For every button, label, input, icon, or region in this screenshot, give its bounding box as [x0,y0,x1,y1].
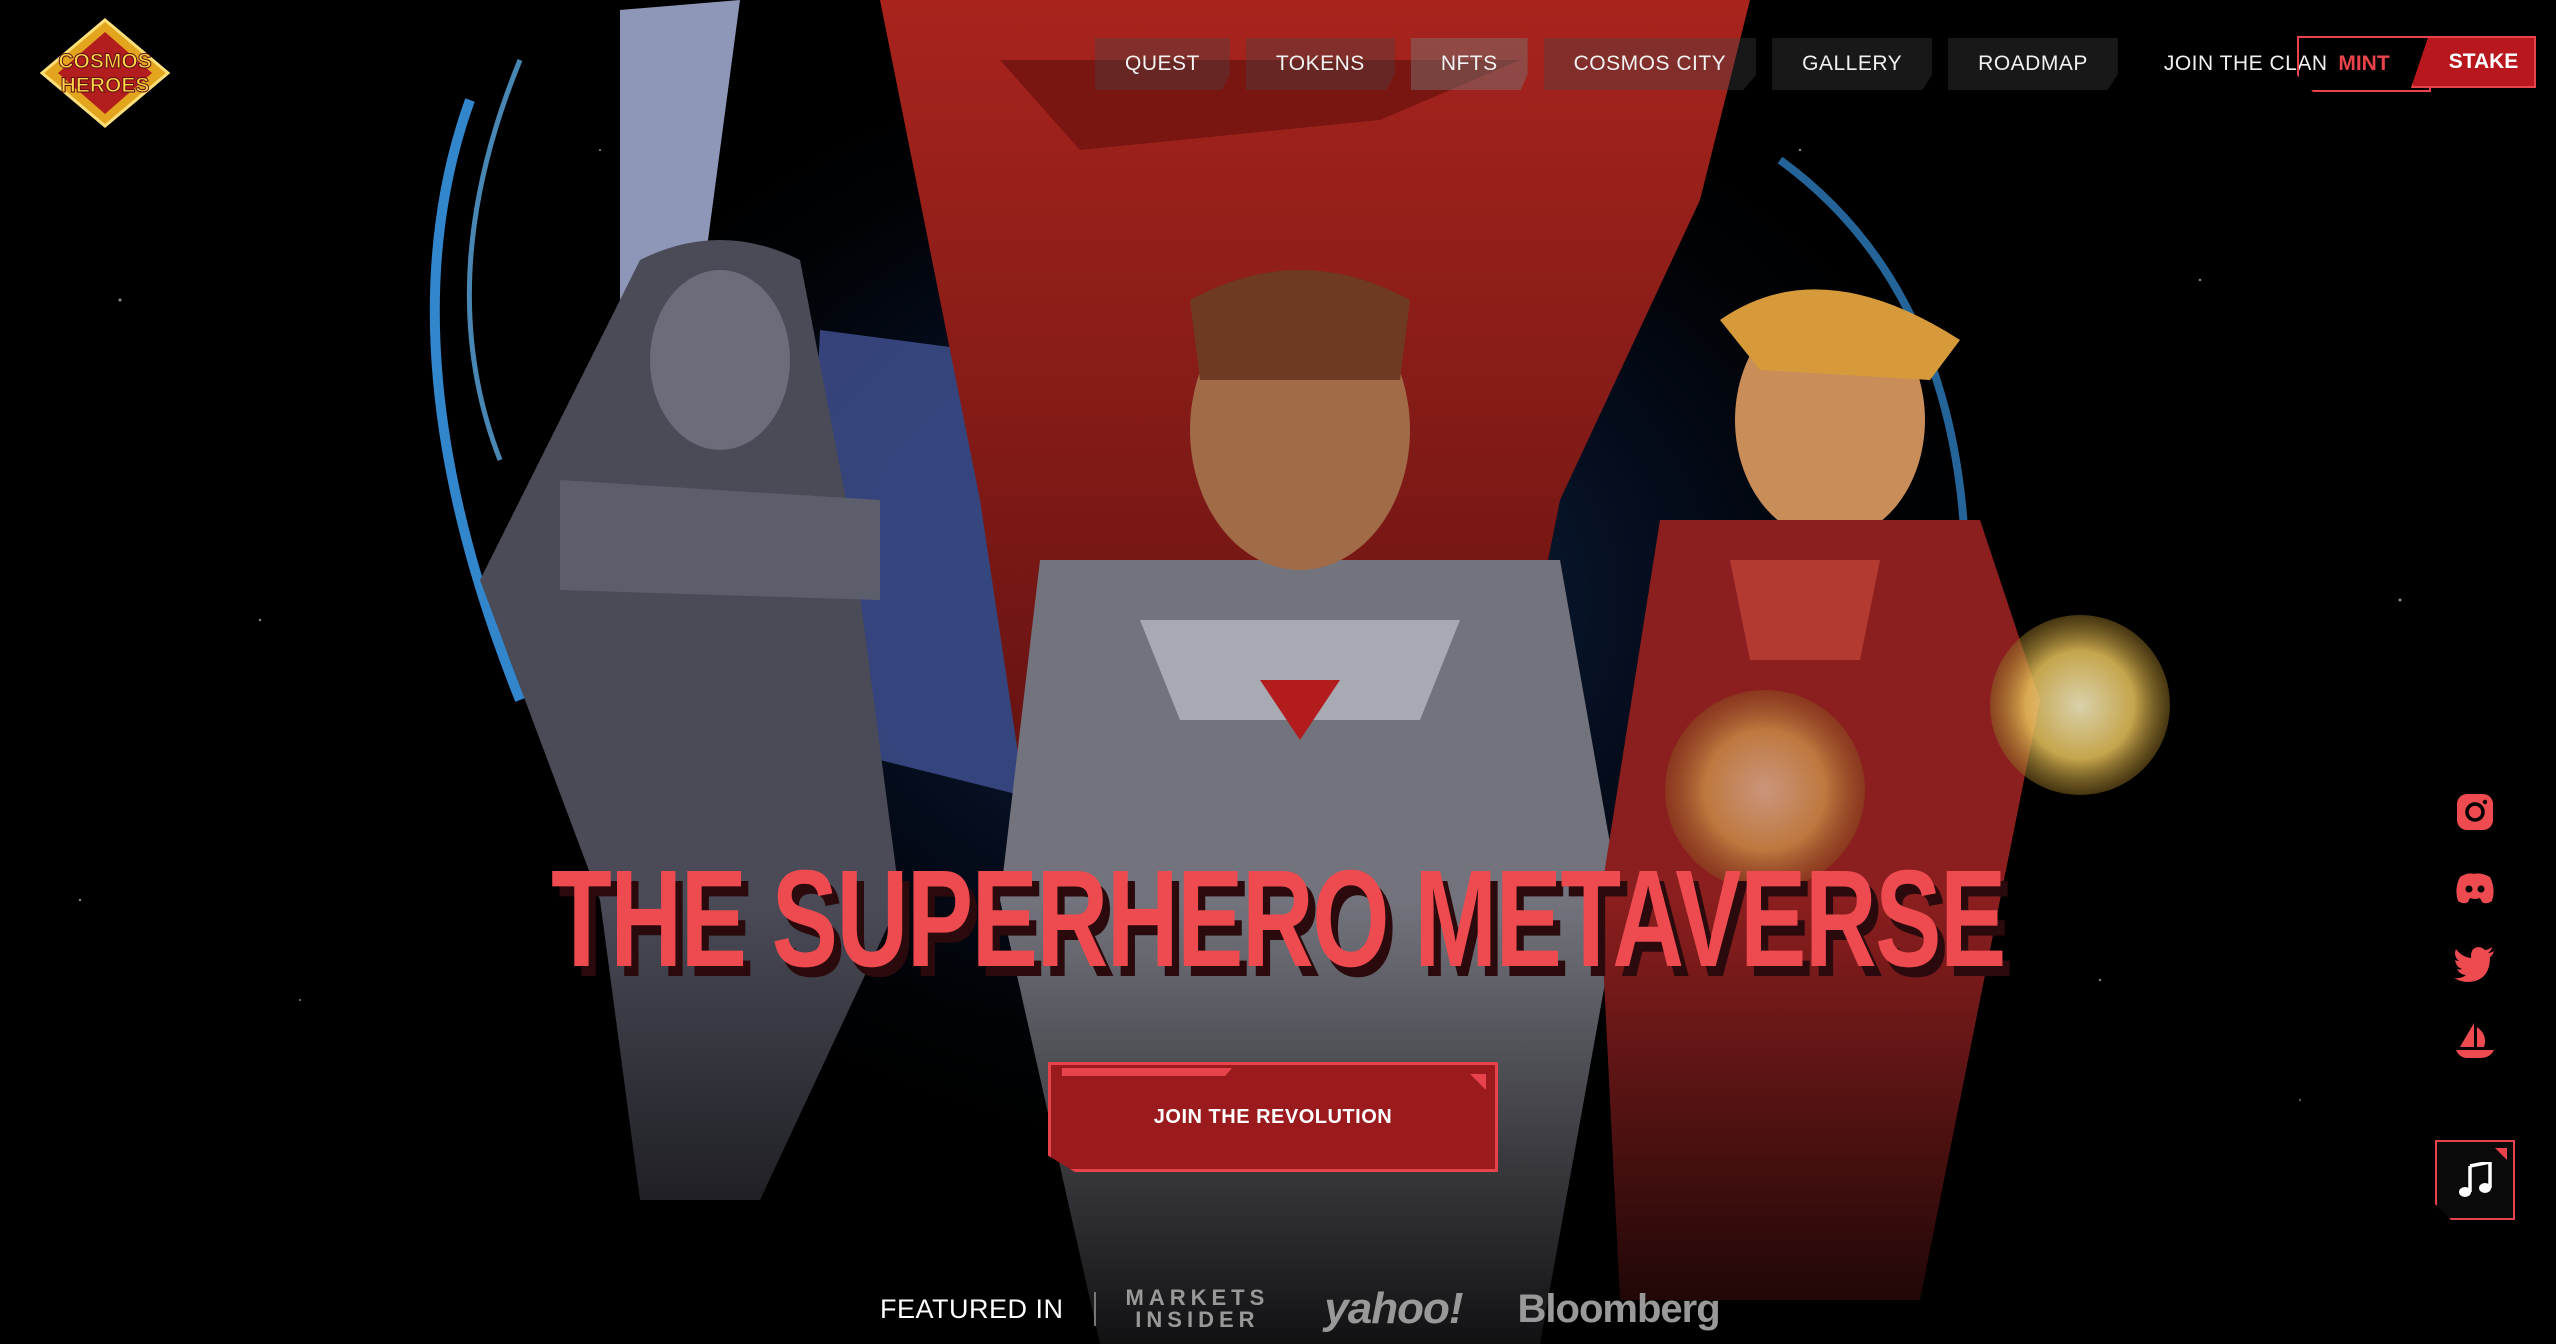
logo-text-line1: COSMOS [58,50,151,73]
cosmos-heroes-logo[interactable]: COSMOS HEROES [39,18,171,128]
discord-icon[interactable] [2453,866,2497,910]
markets-insider-line2: INSIDER [1135,1307,1260,1332]
opensea-icon[interactable] [2453,1018,2497,1062]
join-button-label: JOIN THE REVOLUTION [1153,1105,1393,1128]
social-links [2450,790,2500,1062]
featured-in-label: FEATURED IN [880,1293,1064,1324]
nav-item-tokens[interactable]: TOKENS [1245,38,1395,90]
logo-text-line2: HEROES [61,74,150,97]
twitter-icon[interactable] [2453,942,2497,986]
markets-insider-line1: MARKETS [1125,1285,1270,1310]
bloomberg-logo: Bloomberg [1517,1286,1721,1331]
mint-stake-group: MINT STAKE [2297,36,2536,92]
music-corner-accent [2495,1148,2507,1160]
nav-item-gallery[interactable]: GALLERY [1772,38,1933,90]
hero-headline: THE SUPERHERO METAVERSE [551,842,2006,996]
mint-button[interactable]: MINT [2297,36,2431,92]
markets-insider-logo: MARKETS INSIDER [1126,1287,1270,1331]
join-the-revolution-button[interactable]: JOIN THE REVOLUTION [1048,1062,1498,1172]
logo-badge-icon: COSMOS HEROES [39,18,171,128]
music-toggle-button[interactable] [2435,1140,2515,1220]
featured-in-bar: FEATURED IN MARKETS INSIDER yahoo! Bloom… [880,1284,1721,1334]
music-note-icon [2459,1162,2492,1197]
featured-divider [1093,1292,1096,1326]
main-nav: QUEST TOKENS NFTS COSMOS CITY GALLERY RO… [1095,38,2358,90]
yahoo-logo: yahoo! [1324,1284,1463,1333]
stake-button[interactable]: STAKE [2411,36,2536,88]
instagram-icon[interactable] [2453,790,2497,834]
nav-item-quest[interactable]: QUEST [1095,38,1230,90]
nav-item-roadmap[interactable]: ROADMAP [1948,38,2118,90]
nav-item-nfts[interactable]: NFTS [1410,38,1528,90]
nav-item-cosmos-city[interactable]: COSMOS CITY [1543,38,1757,90]
